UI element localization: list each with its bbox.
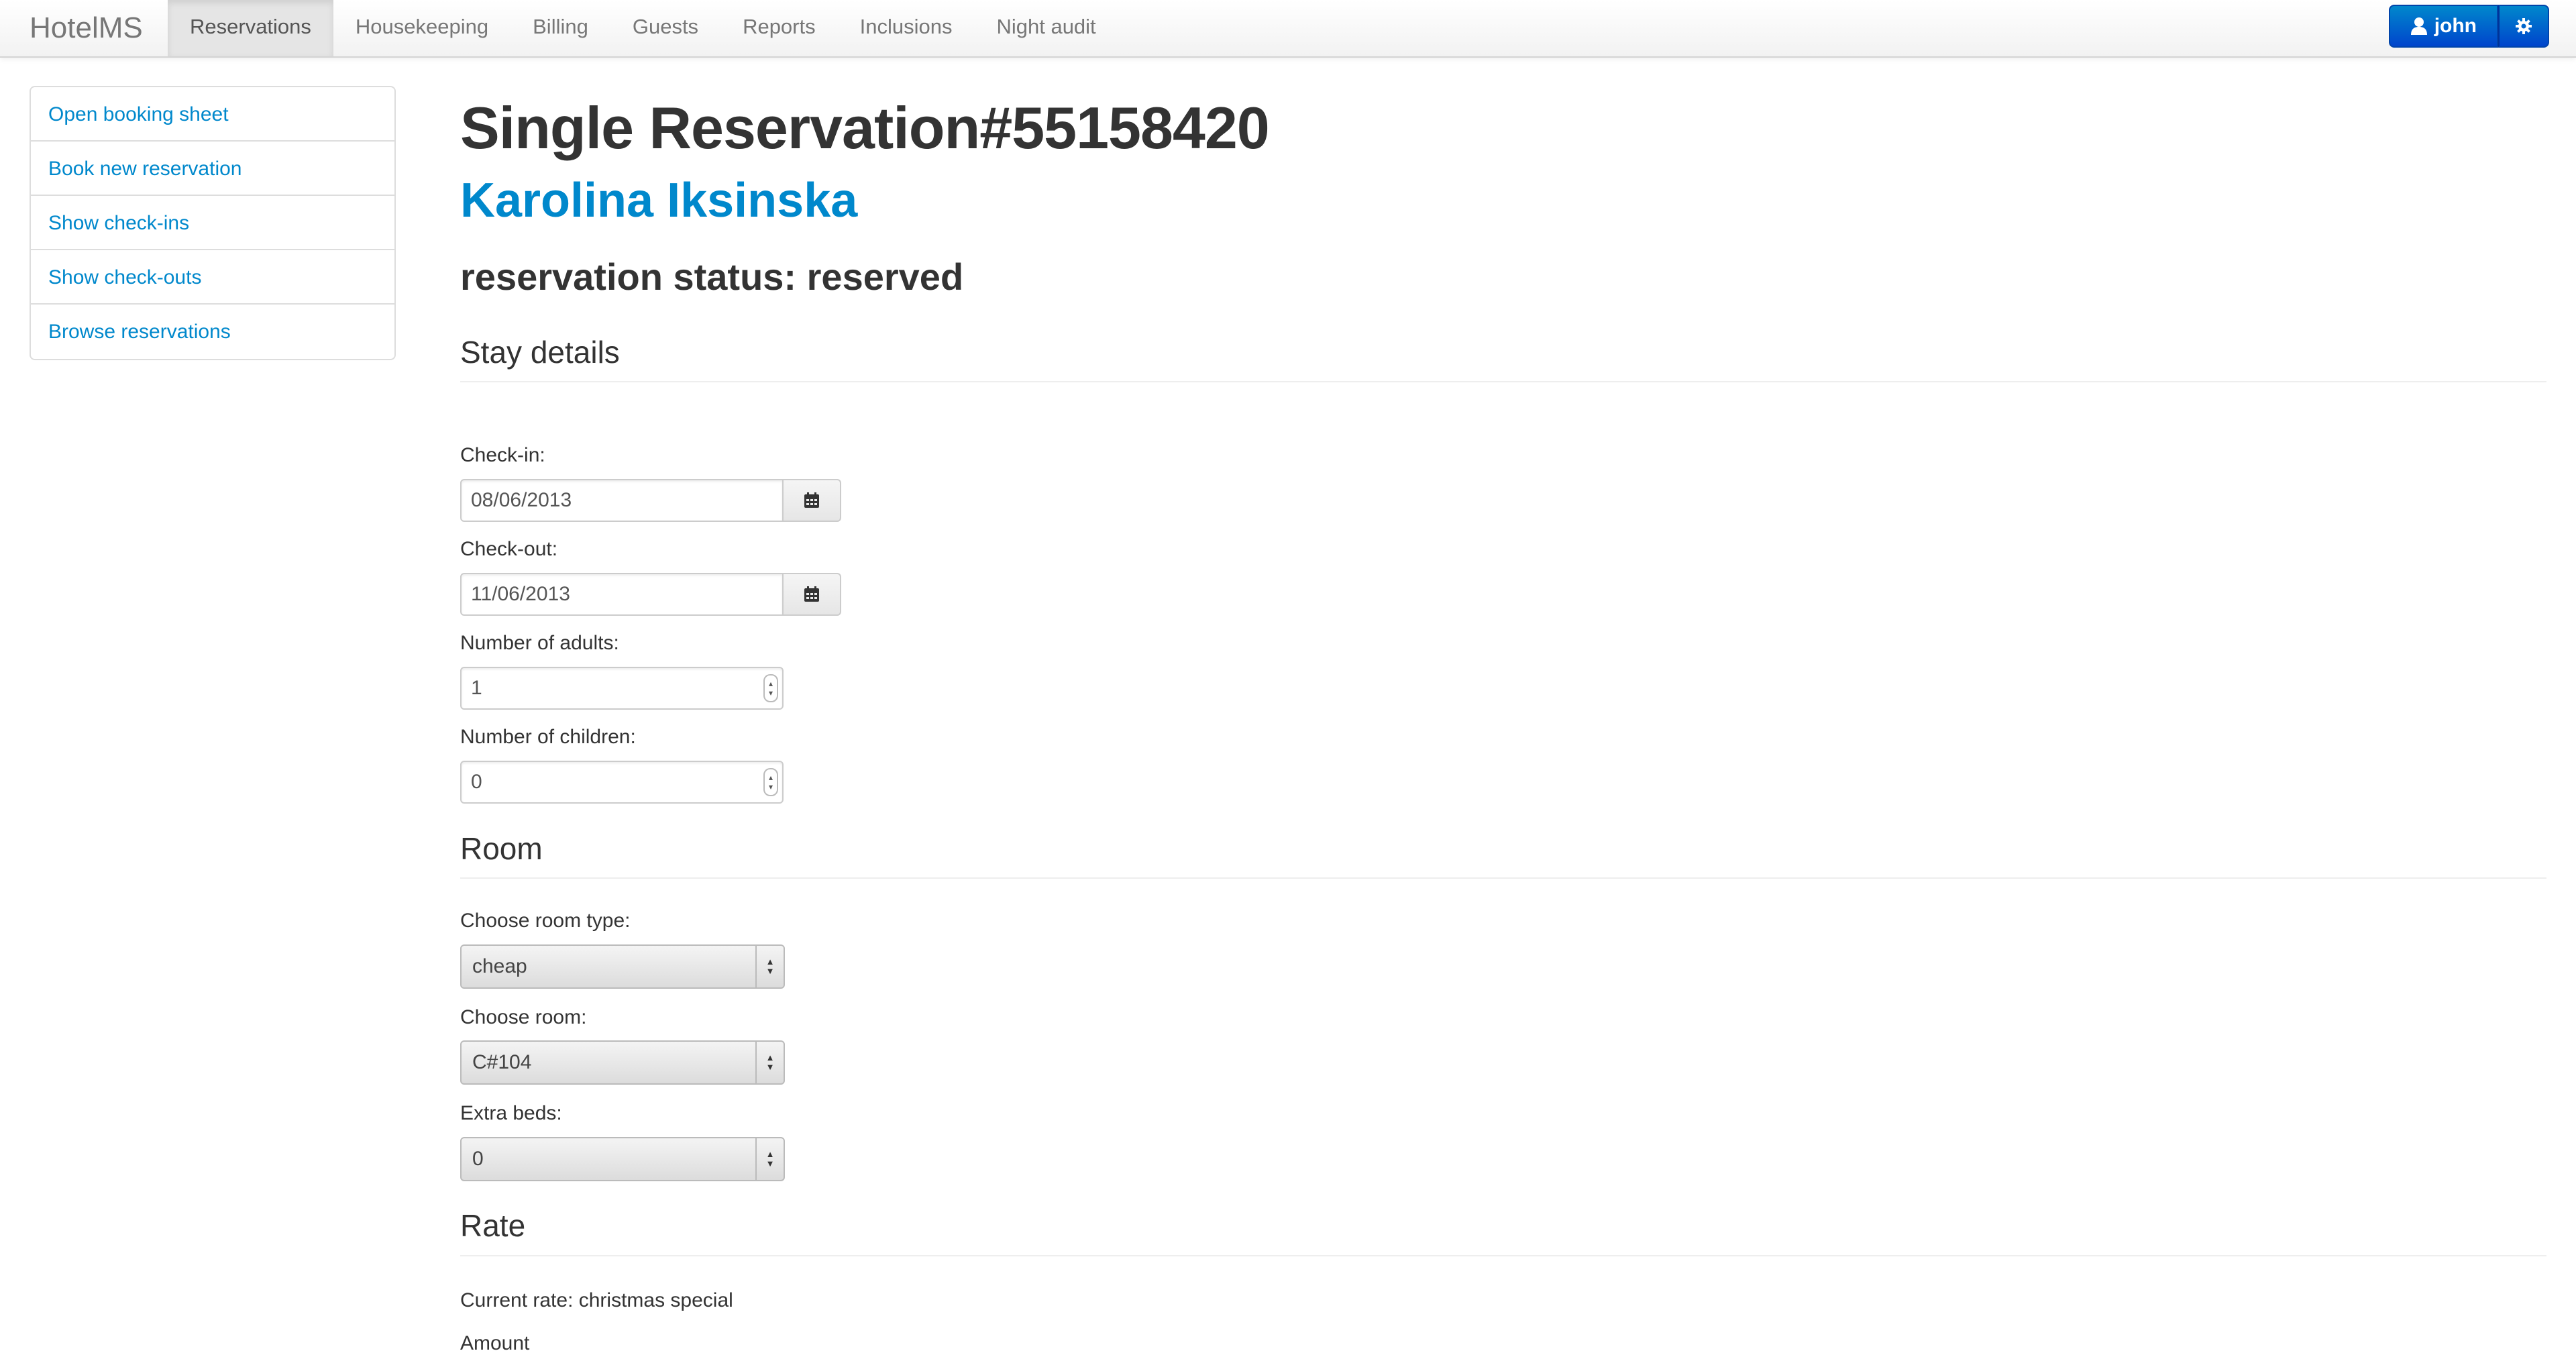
checkin-calendar-button[interactable] (784, 479, 841, 522)
extra-beds-select[interactable]: 0 ▲ ▼ (460, 1137, 785, 1181)
select-arrows-icon: ▲ ▼ (755, 946, 784, 987)
children-value: 0 (471, 771, 482, 793)
checkin-input[interactable]: 08/06/2013 (460, 479, 784, 522)
main-nav: Reservations Housekeeping Billing Guests… (168, 0, 1118, 56)
page-title: Single Reservation#55158420 (460, 95, 1270, 161)
room-value: C#104 (472, 1051, 532, 1073)
checkin-label: Check-in: (460, 444, 545, 466)
checkin-date-picker: 08/06/2013 (460, 479, 841, 522)
nav-night-audit[interactable]: Night audit (974, 0, 1118, 56)
adults-label: Number of adults: (460, 632, 619, 654)
select-arrows-icon: ▲ ▼ (755, 1138, 784, 1180)
top-navbar: HotelMS Reservations Housekeeping Billin… (0, 0, 2576, 58)
adults-value: 1 (471, 677, 482, 699)
divider (460, 877, 2546, 879)
user-icon (2410, 17, 2427, 35)
children-stepper[interactable]: ▴ ▾ (763, 768, 778, 796)
room-heading: Room (460, 831, 543, 866)
calendar-icon (804, 586, 819, 602)
sidebar-item-open-booking-sheet[interactable]: Open booking sheet (31, 87, 394, 142)
checkout-calendar-button[interactable] (784, 573, 841, 616)
room-label: Choose room: (460, 1006, 587, 1028)
amount-label: Amount (460, 1332, 530, 1354)
settings-button[interactable] (2498, 5, 2549, 48)
adults-number-input[interactable]: 1 ▴ ▾ (460, 667, 784, 710)
children-label: Number of children: (460, 726, 636, 748)
sidebar-item-show-check-outs[interactable]: Show check-outs (31, 250, 394, 305)
nav-reservations[interactable]: Reservations (168, 0, 333, 56)
nav-reports[interactable]: Reports (720, 0, 838, 56)
divider (460, 1255, 2546, 1256)
user-name: john (2434, 15, 2477, 37)
nav-inclusions[interactable]: Inclusions (838, 0, 975, 56)
room-type-label: Choose room type: (460, 910, 631, 932)
brand-logo[interactable]: HotelMS (30, 0, 143, 56)
sidebar-menu: Open booking sheet Book new reservation … (30, 86, 396, 360)
sidebar-item-browse-reservations[interactable]: Browse reservations (31, 305, 394, 359)
nav-billing[interactable]: Billing (511, 0, 610, 56)
adults-stepper[interactable]: ▴ ▾ (763, 674, 778, 702)
room-select[interactable]: C#104 ▲ ▼ (460, 1040, 785, 1085)
nav-housekeeping[interactable]: Housekeeping (333, 0, 511, 56)
rate-heading: Rate (460, 1208, 526, 1243)
checkout-input[interactable]: 11/06/2013 (460, 573, 784, 616)
nav-guests[interactable]: Guests (610, 0, 720, 56)
user-menu: john (2388, 5, 2549, 48)
children-number-input[interactable]: 0 ▴ ▾ (460, 761, 784, 804)
select-arrows-icon: ▲ ▼ (755, 1042, 784, 1083)
sidebar-item-show-check-ins[interactable]: Show check-ins (31, 196, 394, 250)
current-rate-text: Current rate: christmas special (460, 1289, 733, 1311)
checkout-label: Check-out: (460, 538, 558, 560)
stay-details-heading: Stay details (460, 335, 620, 370)
room-type-select[interactable]: cheap ▲ ▼ (460, 944, 785, 989)
room-type-value: cheap (472, 955, 527, 977)
gear-icon (2516, 18, 2532, 34)
divider (460, 381, 2546, 382)
extra-beds-label: Extra beds: (460, 1102, 562, 1124)
reservation-status: reservation status: reserved (460, 256, 964, 298)
guest-name-link[interactable]: Karolina Iksinska (460, 173, 857, 228)
calendar-icon (804, 492, 819, 508)
user-button[interactable]: john (2388, 5, 2498, 48)
sidebar-item-book-new-reservation[interactable]: Book new reservation (31, 142, 394, 196)
checkout-date-picker: 11/06/2013 (460, 573, 841, 616)
extra-beds-value: 0 (472, 1148, 484, 1170)
